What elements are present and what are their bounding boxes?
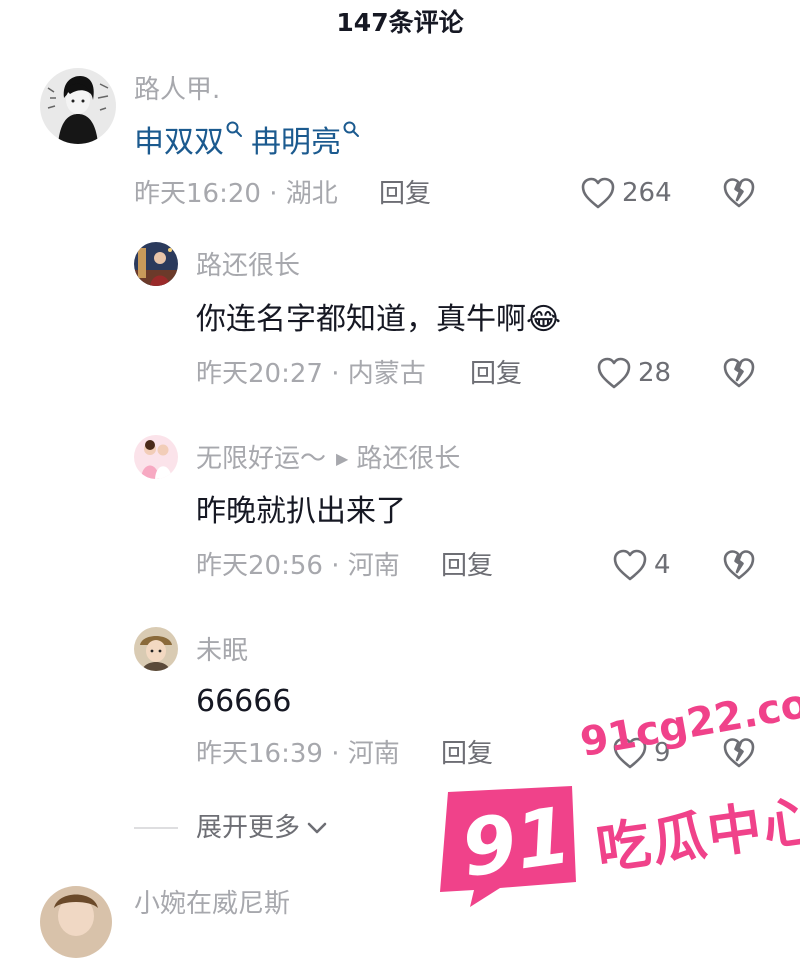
comment-time-location: 昨天16:20 · 湖北	[134, 179, 338, 209]
like-count: 4	[654, 550, 671, 580]
broken-heart-icon[interactable]	[722, 356, 756, 390]
comment-username[interactable]: 未眠	[196, 635, 248, 667]
avatar[interactable]	[134, 627, 178, 671]
heart-icon	[613, 737, 647, 769]
avatar[interactable]	[40, 68, 116, 144]
divider	[134, 827, 178, 829]
broken-heart-icon[interactable]	[722, 548, 756, 582]
search-icon	[226, 121, 242, 137]
broken-heart-icon[interactable]	[722, 736, 756, 770]
comment-text: 申双双 冉明亮	[134, 120, 368, 163]
like-count: 28	[638, 358, 672, 388]
comment-time-location: 昨天20:56 · 河南	[196, 551, 400, 581]
broken-heart-icon[interactable]	[722, 176, 756, 210]
like-button[interactable]: 28	[596, 356, 671, 390]
comment-username[interactable]: 路还很长	[196, 250, 300, 282]
laughing-emoji: 😂	[526, 302, 562, 337]
like-count: 264	[622, 178, 672, 208]
like-count: 9	[654, 738, 671, 768]
comment-time-location: 昨天16:39 · 河南	[196, 739, 400, 769]
comment-username-line: 无限好运～ ▶ 路还很长	[196, 443, 460, 475]
mention-link[interactable]: 申双双	[134, 125, 224, 160]
mention-link[interactable]: 冉明亮	[251, 125, 341, 160]
watermark-brand: 吃瓜中心	[592, 787, 800, 882]
comment-username[interactable]: 小婉在威尼斯	[134, 888, 290, 920]
reply-button[interactable]: 回复	[379, 178, 431, 210]
triangle-right-icon: ▶	[336, 449, 349, 468]
watermark-domain: 91cg22.com	[577, 673, 800, 766]
like-button[interactable]: 9	[612, 736, 671, 770]
heart-icon	[597, 357, 631, 389]
expand-more-label: 展开更多	[196, 813, 301, 843]
avatar[interactable]	[40, 886, 112, 958]
reply-button[interactable]: 回复	[470, 358, 522, 390]
comment-username[interactable]: 无限好运～	[196, 444, 326, 474]
search-icon	[343, 121, 359, 137]
reply-button[interactable]: 回复	[441, 738, 493, 770]
heart-icon	[613, 549, 647, 581]
avatar[interactable]	[134, 242, 178, 286]
comment-text: 昨晚就扒出来了	[196, 494, 406, 529]
avatar[interactable]	[134, 435, 178, 479]
comment-text: 66666	[196, 684, 292, 719]
like-button[interactable]: 4	[612, 548, 671, 582]
like-button[interactable]: 264	[580, 176, 672, 210]
comment-time-location: 昨天20:27 · 内蒙古	[196, 359, 426, 389]
speech-bubble-logo	[440, 786, 576, 907]
watermark-number: 91	[456, 790, 577, 896]
comment-text: 你连名字都知道，真牛啊😂	[196, 302, 562, 337]
comment-username[interactable]: 路人甲.	[134, 74, 220, 106]
reply-button[interactable]: 回复	[441, 550, 493, 582]
heart-icon	[581, 177, 615, 209]
comments-count-title: 147条评论	[336, 8, 464, 37]
reply-to-username[interactable]: 路还很长	[356, 444, 460, 474]
chevron-down-icon	[307, 822, 327, 834]
expand-more-button[interactable]: 展开更多	[134, 812, 328, 844]
